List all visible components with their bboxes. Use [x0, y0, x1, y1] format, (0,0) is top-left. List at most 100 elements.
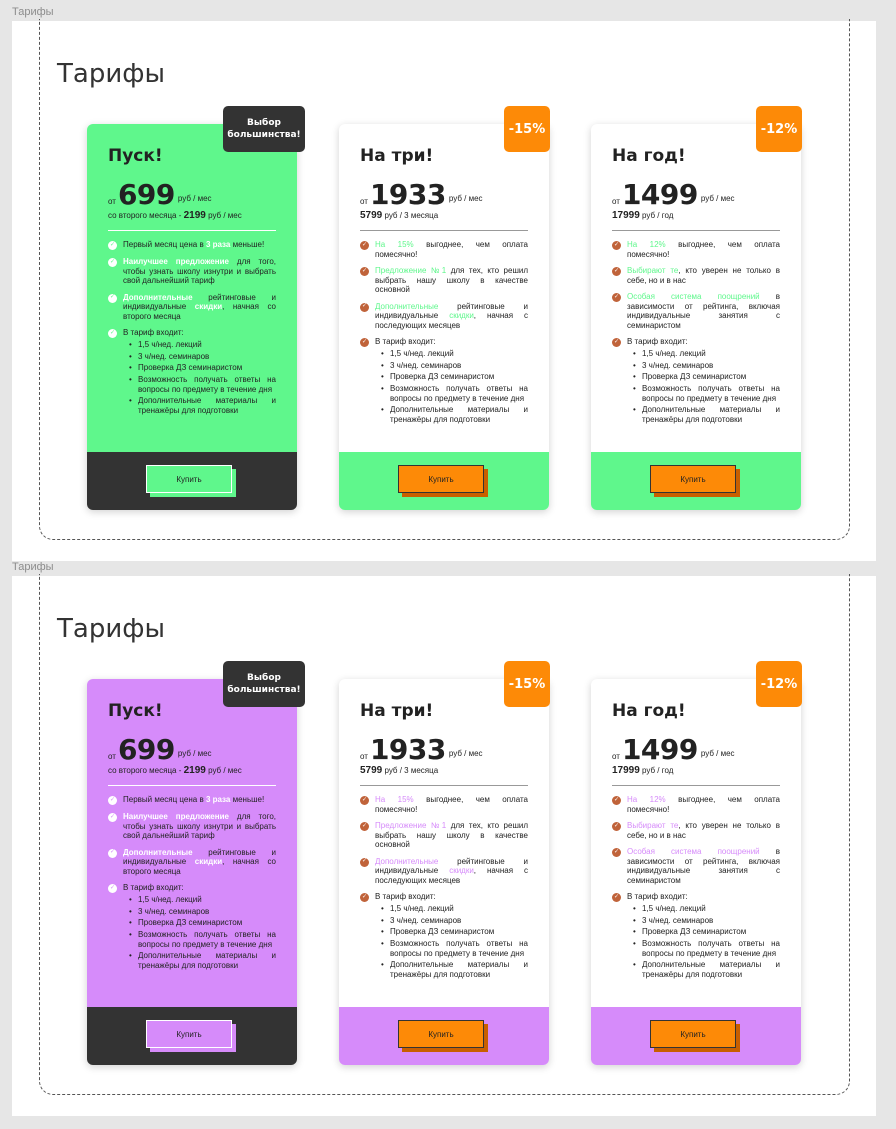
tariffs-frame-violet: Тарифы Пуск! от 699 руб / мес со второго меся… [12, 574, 876, 1116]
buy-button[interactable]: Купить [398, 1020, 484, 1048]
feature-text: Первый месяц цена в 3 раза меньше! [123, 795, 276, 805]
list-item: 1,5 ч/нед. лекций [381, 349, 528, 359]
check-circle-icon: ✓ [360, 822, 369, 831]
divider [360, 230, 528, 231]
list-item: Возможность получать ответы на вопросы п… [381, 384, 528, 404]
price-unit: руб / мес [448, 194, 483, 203]
list-item: Возможность получать ответы на вопросы п… [633, 384, 780, 404]
feature-text: Выбирают те, кто уверен не только в себе… [627, 821, 780, 840]
check-circle-icon: ✓ [108, 293, 117, 303]
feature-item: ✓ Дополнительные рейтинговые и индивидуал… [108, 293, 276, 322]
list-item: Проверка ДЗ семинаристом [381, 927, 528, 937]
price-value: 1499 [621, 178, 698, 211]
sub-price: 17999 [612, 210, 640, 221]
feature-text: Дополнительные рейтинговые и индивидуаль… [375, 302, 528, 331]
feature-text-part: В тариф входит: [123, 328, 184, 337]
price-sub: 5799 руб / 3 месяца [360, 210, 528, 221]
card-footer: Купить [87, 452, 297, 510]
feature-item: ✓ На 15% выгоднее, чем оплата помесячно! [360, 240, 528, 259]
buy-button[interactable]: Купить [146, 465, 232, 493]
feature-item: ✓ В тариф входит: [360, 337, 528, 347]
check-circle-icon: ✓ [108, 258, 117, 267]
feature-highlight: Дополнительные [123, 292, 193, 302]
list-item: Дополнительные материалы и тренажёры для… [381, 405, 528, 425]
tariffs-frame-green: Тарифы Пуск! от 699 руб / мес со второго меся… [12, 19, 876, 561]
discount-badge: -15% [504, 661, 550, 707]
feature-item: ✓ Наилучшее предложение для того, чтобы у… [108, 257, 276, 286]
check-circle-icon: ✓ [612, 293, 621, 302]
price-sub: со второго месяца - 2199 руб / мес [108, 765, 276, 776]
card-body: На год! от 1499 руб / мес 17999 руб / год ✓ На… [591, 124, 801, 510]
feature-highlight: 3 раза [205, 795, 231, 804]
card-title: На три! [360, 701, 434, 721]
price-from: от [612, 197, 620, 206]
list-item: Проверка ДЗ семинаристом [129, 363, 276, 373]
card-content: Пуск! от 699 руб / мес со второго месяца - 2… [87, 679, 297, 1007]
feature-item: ✓ Дополнительные рейтинговые и индивидуал… [360, 857, 528, 886]
card-body: На год! от 1499 руб / мес 17999 руб / год ✓ На… [591, 679, 801, 1065]
feature-item: ✓ Дополнительные рейтинговые и индивидуал… [108, 848, 276, 877]
buy-button[interactable]: Купить [650, 465, 736, 493]
buy-button[interactable]: Купить [398, 465, 484, 493]
price-value: 1499 [621, 733, 698, 766]
price-from: от [108, 752, 116, 761]
popular-badge: Выбор большинства! [223, 661, 305, 707]
section-title: Тарифы [57, 59, 165, 89]
list-item: Дополнительные материалы и тренажёры для… [129, 396, 276, 416]
sub-price: 2199 [183, 210, 206, 221]
discount-badge: -12% [756, 661, 802, 707]
feature-text: Дополнительные рейтинговые и индивидуаль… [123, 293, 276, 322]
sub-prefix: со второго месяца - [108, 211, 182, 220]
feature-highlight: Предложение №1 [375, 821, 447, 830]
feature-text-part: меньше! [230, 795, 265, 804]
sub-prefix: со второго месяца - [108, 766, 182, 775]
feature-item: ✓ Первый месяц цена в 3 раза меньше! [108, 795, 276, 805]
sub-price: 2199 [183, 765, 206, 776]
buy-button[interactable]: Купить [146, 1020, 232, 1048]
price-from: от [108, 197, 116, 206]
list-item: Дополнительные материалы и тренажёры для… [381, 960, 528, 980]
check-circle-icon: ✓ [360, 267, 369, 276]
feature-text: Наилучшее предложение для того, чтобы уз… [123, 257, 276, 286]
popular-badge: Выбор большинства! [223, 106, 305, 152]
price-row: от 1499 руб / мес [612, 181, 780, 209]
check-circle-icon: ✓ [108, 329, 117, 338]
discount-badge: -15% [504, 106, 550, 152]
feature-text-part: меньше! [230, 240, 265, 249]
price-unit: руб / мес [700, 194, 735, 203]
feature-text-part: В тариф входит: [375, 337, 436, 346]
feature-text: Первый месяц цена в 3 раза меньше! [123, 240, 276, 250]
feature-highlight: Выбирают те [627, 821, 679, 830]
divider [612, 230, 780, 231]
price-row: от 699 руб / мес [108, 181, 276, 209]
price-row: от 1499 руб / мес [612, 736, 780, 764]
list-item: 3 ч/нед. семинаров [129, 352, 276, 362]
card-footer: Купить [87, 1007, 297, 1065]
frame-label: Тарифы [12, 6, 54, 18]
frame-label: Тарифы [12, 561, 54, 573]
includes-list: 1,5 ч/нед. лекций 3 ч/нед. семинаровПрове… [633, 349, 780, 425]
feature-text-part: В тариф входит: [123, 883, 184, 892]
includes-list: 1,5 ч/нед. лекций 3 ч/нед. семинаровПрове… [633, 904, 780, 980]
feature-text: В тариф входит: [123, 328, 276, 338]
feature-highlight: скидки [194, 857, 223, 866]
list-item: Дополнительные материалы и тренажёры для… [633, 960, 780, 980]
feature-highlight: На 12% [627, 240, 666, 249]
feature-highlight: Выбирают те [627, 266, 679, 275]
price-value: 1933 [369, 178, 446, 211]
card-content: На три! от 1933 руб / мес 5799 руб / 3 месяц… [339, 124, 549, 452]
check-circle-icon: ✓ [360, 241, 369, 250]
tariff-card: На три! от 1933 руб / мес 5799 руб / 3 месяц… [339, 106, 550, 510]
price-sub: 5799 руб / 3 месяца [360, 765, 528, 776]
includes-list: 1,5 ч/нед. лекций 3 ч/нед. семинаровПрове… [381, 349, 528, 425]
list-item: 1,5 ч/нед. лекций [633, 904, 780, 914]
feature-highlight: На 15% [375, 240, 414, 249]
check-circle-icon: ✓ [360, 857, 369, 867]
sub-price: 17999 [612, 765, 640, 776]
feature-highlight: Дополнительные [375, 856, 439, 866]
feature-text: На 15% выгоднее, чем оплата помесячно! [375, 240, 528, 259]
buy-button[interactable]: Купить [650, 1020, 736, 1048]
buy-button-wrap: Купить [146, 1020, 238, 1052]
card-content: Пуск! от 699 руб / мес со второго месяца - 2… [87, 124, 297, 452]
check-circle-icon: ✓ [612, 338, 621, 347]
